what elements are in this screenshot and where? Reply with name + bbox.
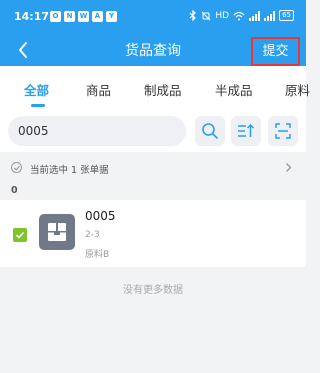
search-area (0, 110, 306, 152)
status-system-icons: HD 65 (189, 10, 294, 21)
selection-summary[interactable]: 当前选中 1 张单据 (0, 155, 306, 181)
item-category: 原料B (85, 250, 110, 260)
checkmark-icon (15, 231, 25, 239)
tab-finished-goods[interactable]: 制成品 (144, 80, 182, 99)
submit-button[interactable]: 提交 (251, 37, 300, 66)
box-icon (48, 223, 66, 241)
status-bar: 14:17 O N W A Y HD 65 (0, 0, 306, 34)
app-notification-icon: W (78, 11, 89, 22)
app-notification-icon: N (64, 11, 75, 22)
item-code: 0005 (85, 209, 116, 223)
app-notification-icon: O (50, 11, 61, 22)
product-image-placeholder (39, 214, 75, 250)
list-item[interactable]: 0005 2-3 原料B (0, 200, 306, 267)
hd-indicator: HD (215, 10, 230, 21)
bluetooth-icon (189, 10, 197, 21)
selection-count-text: 当前选中 1 张单据 (30, 165, 109, 176)
search-button[interactable] (195, 116, 225, 146)
category-tabs: 全部 商品 制成品 半成品 原料 (0, 66, 310, 110)
chevron-right-icon (286, 163, 292, 172)
item-checkbox[interactable] (13, 228, 27, 242)
item-spec: 2-3 (85, 230, 100, 240)
no-more-data-text: 没有更多数据 (123, 285, 183, 296)
app-notification-icon: A (92, 11, 103, 22)
battery-icon: 65 (279, 10, 294, 21)
tab-raw-material[interactable]: 原料 (285, 80, 310, 99)
active-tab-indicator (31, 104, 45, 107)
signal-icon (264, 10, 276, 21)
search-icon (202, 123, 218, 139)
sort-icon (238, 123, 255, 137)
mute-icon (202, 11, 211, 20)
scan-icon (275, 123, 291, 139)
group-header: 0 (11, 185, 18, 196)
status-app-icons: O N W A Y (50, 11, 117, 22)
tab-all[interactable]: 全部 (24, 80, 49, 99)
search-input[interactable] (8, 116, 186, 146)
check-circle-icon (11, 162, 22, 173)
wifi-icon (233, 11, 245, 20)
nav-bar: 货品查询 提交 (0, 34, 306, 66)
sort-button[interactable] (231, 116, 261, 146)
signal-icon (249, 10, 261, 21)
tab-semi-finished[interactable]: 半成品 (215, 80, 253, 99)
tab-goods[interactable]: 商品 (86, 80, 111, 99)
scan-button[interactable] (268, 116, 298, 146)
app-notification-icon: Y (106, 11, 117, 22)
status-time: 14:17 (14, 10, 50, 23)
